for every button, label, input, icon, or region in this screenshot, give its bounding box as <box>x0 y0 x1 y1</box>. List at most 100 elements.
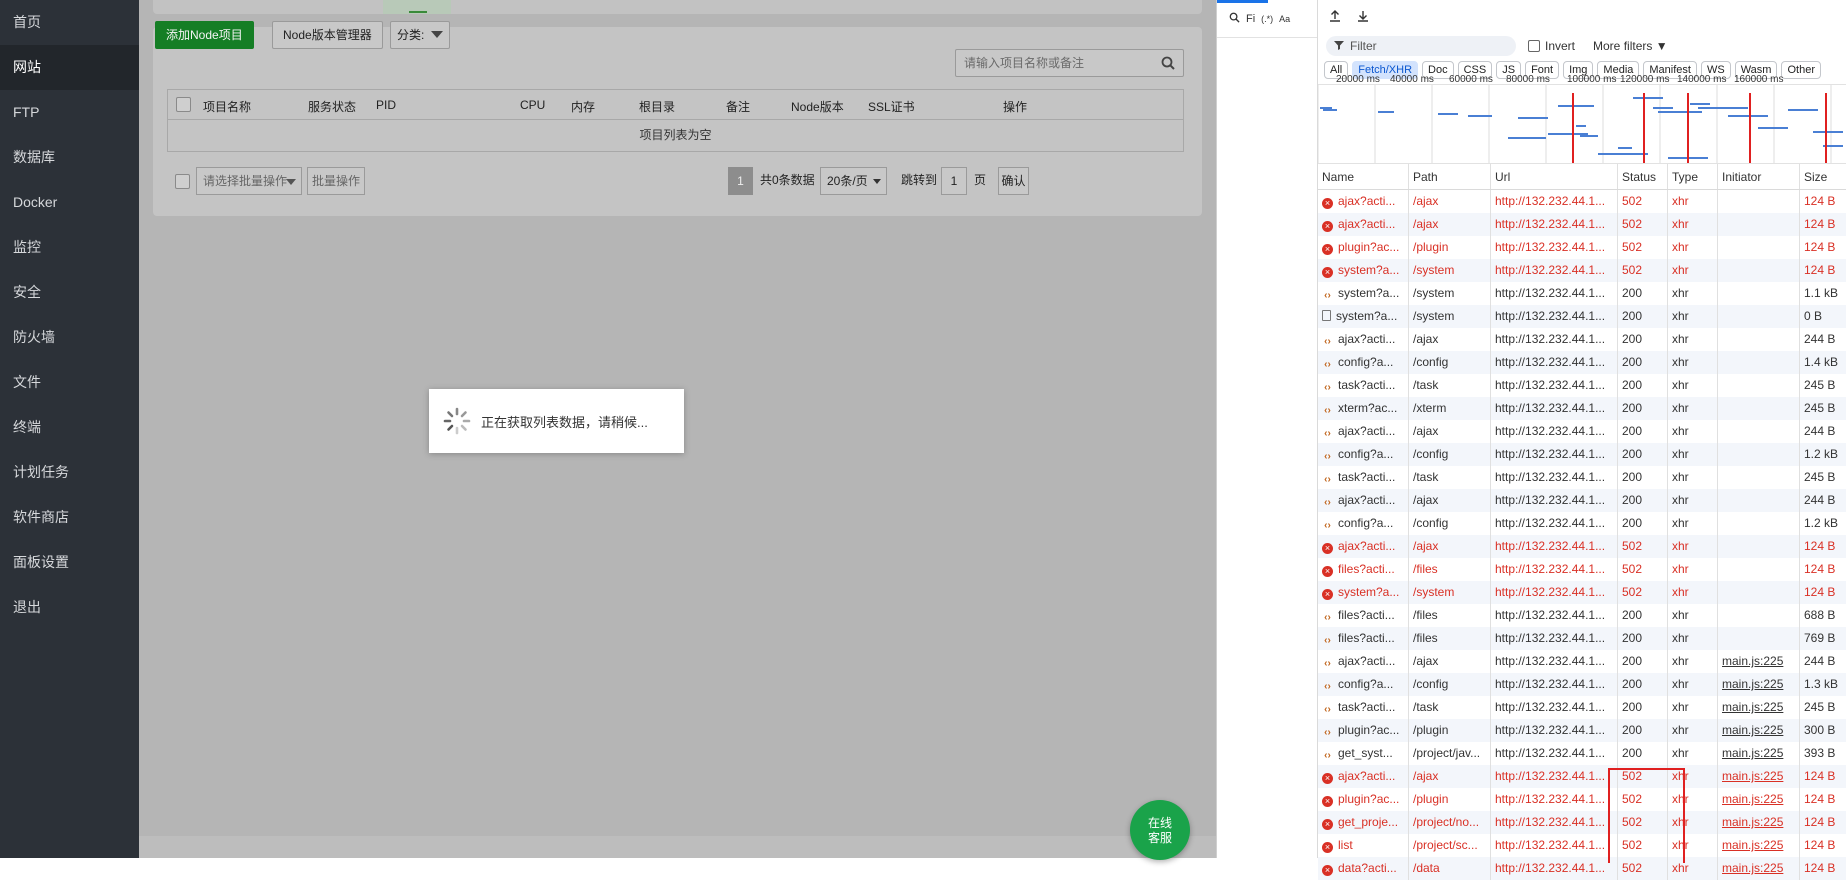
network-row[interactable]: ‹› files?acti... /files http://132.232.44.1… <box>1318 604 1846 627</box>
top-tab-indicator <box>409 11 427 13</box>
sidebar-item-5[interactable]: 监控 <box>0 225 139 270</box>
col-type[interactable]: Type <box>1668 164 1718 189</box>
xhr-icon: ‹› <box>1324 336 1331 347</box>
sidebar-item-0[interactable]: 首页 <box>0 0 139 45</box>
batch-action-button[interactable]: 批量操作 <box>307 167 365 195</box>
online-service-button[interactable]: 在线 客服 <box>1130 800 1190 860</box>
filter-input[interactable]: Filter <box>1326 36 1516 56</box>
sidebar-item-8[interactable]: 文件 <box>0 360 139 405</box>
network-row[interactable]: ‹› task?acti... /task http://132.232.44.1..… <box>1318 696 1846 719</box>
per-page-select[interactable]: 20条/页 <box>820 167 887 195</box>
network-row[interactable]: × files?acti... /files http://132.232.44.1.… <box>1318 558 1846 581</box>
col-status[interactable]: Status <box>1618 164 1668 189</box>
timeline-bar <box>1580 135 1598 137</box>
cell-initiator <box>1718 420 1800 443</box>
col-project-name[interactable]: 项目名称 <box>203 98 251 115</box>
sidebar-item-10[interactable]: 计划任务 <box>0 450 139 495</box>
cell-initiator[interactable]: main.js:225 <box>1718 788 1800 811</box>
match-case-icon[interactable]: Aa <box>1279 14 1290 24</box>
invert-label: Invert <box>1545 39 1576 53</box>
search-input[interactable] <box>956 50 1146 76</box>
search-query[interactable]: Fi <box>1246 13 1255 25</box>
sidebar-item-6[interactable]: 安全 <box>0 270 139 315</box>
sidebar-item-12[interactable]: 面板设置 <box>0 540 139 585</box>
col-path[interactable]: Path <box>1409 164 1491 189</box>
sidebar-item-11[interactable]: 软件商店 <box>0 495 139 540</box>
sidebar-item-4[interactable]: Docker <box>0 180 139 225</box>
batch-select-checkbox[interactable] <box>175 174 190 189</box>
sidebar-item-2[interactable]: FTP <box>0 90 139 135</box>
network-row[interactable]: ‹› config?a... /config http://132.232.44.1.… <box>1318 443 1846 466</box>
network-overview-timeline[interactable] <box>1318 84 1846 164</box>
network-row[interactable]: ‹› files?acti... /files http://132.232.44.1… <box>1318 627 1846 650</box>
network-row[interactable]: ‹› ajax?acti... /ajax http://132.232.44.1..… <box>1318 650 1846 673</box>
sidebar-item-7[interactable]: 防火墙 <box>0 315 139 360</box>
cell-initiator[interactable]: main.js:225 <box>1718 719 1800 742</box>
network-row[interactable]: × plugin?ac... /plugin http://132.232.44.1.… <box>1318 236 1846 259</box>
network-row[interactable]: × ajax?acti... /ajax http://132.232.44.1...… <box>1318 535 1846 558</box>
timeline-bar <box>1576 125 1586 127</box>
col-initiator[interactable]: Initiator <box>1718 164 1800 189</box>
network-row[interactable]: × list/project/sc... http://132.232.44.1..… <box>1318 834 1846 857</box>
search-icon[interactable] <box>1229 12 1240 26</box>
page-current[interactable]: 1 <box>728 167 753 195</box>
cell-path: /project/sc... <box>1409 834 1491 857</box>
network-row[interactable]: ‹› task?acti... /task http://132.232.44.1..… <box>1318 374 1846 397</box>
col-url[interactable]: Url <box>1491 164 1618 189</box>
cell-initiator[interactable]: main.js:225 <box>1718 696 1800 719</box>
network-row[interactable]: × get_proje... /project/no... http://132.23… <box>1318 811 1846 834</box>
select-all-checkbox[interactable] <box>176 97 191 112</box>
network-row[interactable]: × system?a... /system http://132.232.44.1..… <box>1318 259 1846 282</box>
cell-initiator[interactable]: main.js:225 <box>1718 673 1800 696</box>
sidebar-item-1[interactable]: 网站 <box>0 45 139 90</box>
cell-initiator[interactable]: main.js:225 <box>1718 834 1800 857</box>
cell-initiator[interactable]: main.js:225 <box>1718 650 1800 673</box>
network-row[interactable]: ‹› ajax?acti... /ajax http://132.232.44.1..… <box>1318 489 1846 512</box>
sidebar-item-13[interactable]: 退出 <box>0 585 139 630</box>
request-name: config?a... <box>1338 677 1394 691</box>
cell-initiator[interactable]: main.js:225 <box>1718 811 1800 834</box>
network-row[interactable]: × data?acti... /data http://132.232.44.1...… <box>1318 857 1846 880</box>
network-row[interactable]: ‹› config?a... /config http://132.232.44.1.… <box>1318 512 1846 535</box>
network-row[interactable]: × plugin?ac... /plugin http://132.232.44.1.… <box>1318 788 1846 811</box>
network-row[interactable]: × ajax?acti... /ajax http://132.232.44.1...… <box>1318 213 1846 236</box>
network-row[interactable]: ‹› plugin?ac... /plugin http://132.232.44.1… <box>1318 719 1846 742</box>
xhr-icon: ‹› <box>1324 704 1331 715</box>
category-select[interactable]: 分类: <box>390 21 450 49</box>
add-node-project-button[interactable]: 添加Node项目 <box>155 21 254 49</box>
timeline-bar <box>1598 153 1648 155</box>
network-row[interactable]: × system?a... /system http://132.232.44.1..… <box>1318 581 1846 604</box>
node-version-manager-button[interactable]: Node版本管理器 <box>272 21 383 49</box>
network-row[interactable]: ‹› get_syst... /project/jav... http://132.2… <box>1318 742 1846 765</box>
sidebar-item-9[interactable]: 终端 <box>0 405 139 450</box>
network-row[interactable]: × ajax?acti... /ajax http://132.232.44.1...… <box>1318 765 1846 788</box>
network-row[interactable]: ‹› system?a... /system http://132.232.44.1.… <box>1318 282 1846 305</box>
network-row[interactable]: ‹› task?acti... /task http://132.232.44.1..… <box>1318 466 1846 489</box>
invert-checkbox[interactable] <box>1528 40 1540 52</box>
search-icon[interactable] <box>1161 56 1175 73</box>
cell-initiator[interactable]: main.js:225 <box>1718 765 1800 788</box>
network-row[interactable]: ‹› config?a... /config http://132.232.44.1.… <box>1318 673 1846 696</box>
upload-icon[interactable] <box>1328 9 1342 26</box>
cell-initiator[interactable]: main.js:225 <box>1718 857 1800 880</box>
cell-initiator[interactable]: main.js:225 <box>1718 742 1800 765</box>
batch-action-select[interactable]: 请选择批量操作 <box>196 167 302 195</box>
network-row[interactable]: ‹› xterm?ac... /xterm http://132.232.44.1..… <box>1318 397 1846 420</box>
type-filter-chip[interactable]: Other <box>1781 61 1821 79</box>
regex-icon[interactable]: (.*) <box>1261 14 1273 24</box>
download-icon[interactable] <box>1356 9 1370 26</box>
more-filters-button[interactable]: More filters ▼ <box>1593 39 1668 53</box>
cell-name: ‹› xterm?ac... <box>1318 397 1409 420</box>
sidebar-item-3[interactable]: 数据库 <box>0 135 139 180</box>
jump-confirm-button[interactable]: 确认 <box>998 167 1029 195</box>
cell-path: /system <box>1409 282 1491 305</box>
network-row[interactable]: ‹› config?a... /config http://132.232.44.1.… <box>1318 351 1846 374</box>
col-name[interactable]: Name <box>1318 164 1409 189</box>
col-size[interactable]: Size <box>1800 164 1846 189</box>
network-row[interactable]: system?a... /system http://132.232.44.1...… <box>1318 305 1846 328</box>
network-row[interactable]: ‹› ajax?acti... /ajax http://132.232.44.1..… <box>1318 328 1846 351</box>
request-name: list <box>1338 838 1353 852</box>
network-row[interactable]: ‹› ajax?acti... /ajax http://132.232.44.1..… <box>1318 420 1846 443</box>
jump-page-input[interactable]: 1 <box>941 167 967 195</box>
network-row[interactable]: × ajax?acti... /ajax http://132.232.44.1...… <box>1318 190 1846 213</box>
